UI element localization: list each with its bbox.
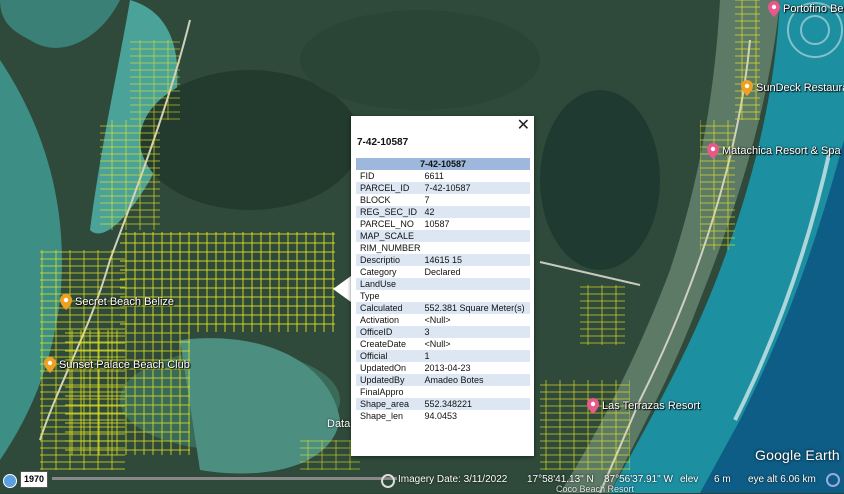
popup-pointer [333, 276, 351, 302]
orange-pin-icon [60, 294, 72, 310]
attribute-key: Calculated [356, 302, 421, 314]
attribute-value [420, 278, 530, 290]
attribute-key: REG_SEC_ID [356, 206, 421, 218]
attribute-row: Calculated 552.381 Square Meter(s) [356, 302, 530, 314]
historical-imagery-icon[interactable] [3, 474, 17, 488]
attribute-key: OfficeID [356, 326, 421, 338]
attribute-value: 14615 15 [420, 254, 530, 266]
attribute-row: Shape_area 552.348221 [356, 398, 530, 410]
imagery-date: Imagery Date: 3/11/2022 [398, 474, 508, 485]
popup-title: 7-42-10587 [357, 137, 409, 148]
place-label: Secret Beach Belize [75, 296, 175, 308]
attribute-key: PARCEL_ID [356, 182, 421, 194]
attribute-key: MAP_SCALE [356, 230, 421, 242]
attribute-row: UpdatedOn 2013-04-23 [356, 362, 530, 374]
attribute-row: Shape_len 94.0453 [356, 410, 530, 422]
place-label: Sunset Palace Beach Club [59, 359, 190, 371]
attribute-value: 6611 [424, 171, 444, 181]
attribute-row: REG_SEC_ID 42 [356, 206, 530, 218]
attribute-value [421, 290, 530, 302]
attribute-value: 42 [420, 206, 530, 218]
attribute-value: 94.0453 [424, 411, 458, 421]
timeline-year[interactable]: 1970 [20, 471, 48, 488]
place-secret-beach[interactable]: Secret Beach Belize [60, 294, 174, 310]
attribute-key: Shape_area [356, 398, 421, 410]
attribute-value [420, 230, 530, 242]
attribute-key: Activation [360, 315, 400, 325]
place-matachica[interactable]: Matachica Resort & Spa [707, 143, 841, 159]
pink-pin-icon [768, 1, 780, 17]
attribute-key: UpdatedOn [360, 363, 407, 373]
sun-icon[interactable] [381, 474, 395, 488]
pink-pin-icon [587, 398, 599, 414]
place-label: Portofino Beac [783, 3, 844, 15]
attribute-row: PARCEL_NO 10587 [356, 218, 530, 230]
attribute-value: 3 [420, 326, 530, 338]
attribute-key: RIM_NUMBER [360, 243, 421, 253]
place-sunset-palace[interactable]: Sunset Palace Beach Club [44, 357, 190, 373]
attribute-row: UpdatedBy Amadeo Botes [356, 374, 530, 386]
eye-altitude: eye alt 6.06 km [748, 474, 816, 485]
attribute-key: Descriptio [356, 254, 421, 266]
attribute-value [421, 242, 530, 254]
attribute-value: <Null> [424, 315, 451, 325]
attribute-value: 552.348221 [420, 398, 530, 410]
orange-pin-icon [44, 357, 56, 373]
place-portofino[interactable]: Portofino Beac [768, 1, 844, 17]
elevation-label: elev [680, 474, 699, 485]
attribute-row: CreateDate <Null> [356, 338, 530, 350]
attribute-key: FID [360, 171, 375, 181]
attribute-key: Official [356, 350, 421, 362]
attribute-value: 7-42-10587 [420, 182, 530, 194]
place-sundeck[interactable]: SunDeck Restauran [741, 80, 844, 96]
attribute-key: BLOCK [360, 195, 391, 205]
attribute-key: Category [360, 267, 397, 277]
attribute-row: OfficeID 3 [356, 326, 530, 338]
attribute-row: Category Declared [356, 266, 530, 278]
elevation-value: 6 m [714, 474, 731, 485]
close-icon[interactable]: ✕ [517, 117, 530, 135]
attribute-key: LandUse [356, 278, 421, 290]
attribute-key: FinalAppro [360, 387, 404, 397]
attribute-row: MAP_SCALE [356, 230, 530, 242]
attribute-row: BLOCK 7 [356, 194, 530, 206]
pink-pin-icon [707, 143, 719, 159]
place-label: Las Terrazas Resort [602, 400, 701, 412]
attribute-value: 2013-04-23 [424, 363, 471, 373]
attribute-table: 7-42-10587 FID 6611 PARCEL_ID 7-42-10587 BLO… [356, 158, 530, 422]
attribute-row: Type [356, 290, 530, 302]
attribute-value: Declared [424, 267, 461, 277]
attribute-value: 552.381 Square Meter(s) [420, 302, 530, 314]
attribute-row: Official 1 [356, 350, 530, 362]
attribute-key: CreateDate [360, 339, 407, 349]
attribute-row: PARCEL_ID 7-42-10587 [356, 182, 530, 194]
attribute-key: PARCEL_NO [360, 219, 414, 229]
attribute-value: Amadeo Botes [420, 374, 530, 386]
map-data-label: Data [327, 418, 351, 430]
google-earth-logo: Google Earth [755, 447, 840, 463]
attribute-value: 7 [424, 195, 430, 205]
attribute-key: Type [360, 291, 380, 301]
attribute-row: Activation <Null> [356, 314, 530, 326]
attribute-key: UpdatedBy [356, 374, 421, 386]
attribute-value: 1 [420, 350, 530, 362]
attribute-value [421, 386, 530, 398]
attribute-row: Descriptio 14615 15 [356, 254, 530, 266]
navigation-icon[interactable] [826, 473, 840, 487]
attribute-table-header: 7-42-10587 [356, 158, 530, 170]
attribute-row: RIM_NUMBER [356, 242, 530, 254]
orange-pin-icon [741, 80, 753, 96]
place-label: Matachica Resort & Spa [722, 145, 841, 157]
timeline-slider[interactable] [52, 477, 397, 480]
place-label: SunDeck Restauran [756, 82, 844, 94]
attribute-row: LandUse [356, 278, 530, 290]
attribute-key: Shape_len [360, 411, 404, 421]
attribute-value: 10587 [424, 219, 450, 229]
attribute-row: FinalAppro [356, 386, 530, 398]
place-las-terrazas[interactable]: Las Terrazas Resort [587, 398, 700, 414]
attribute-row: FID 6611 [356, 170, 530, 182]
attribute-value: <Null> [424, 339, 451, 349]
parcel-info-popup: ✕ 7-42-10587 7-42-10587 FID 6611 PARCEL_ID… [351, 116, 534, 456]
